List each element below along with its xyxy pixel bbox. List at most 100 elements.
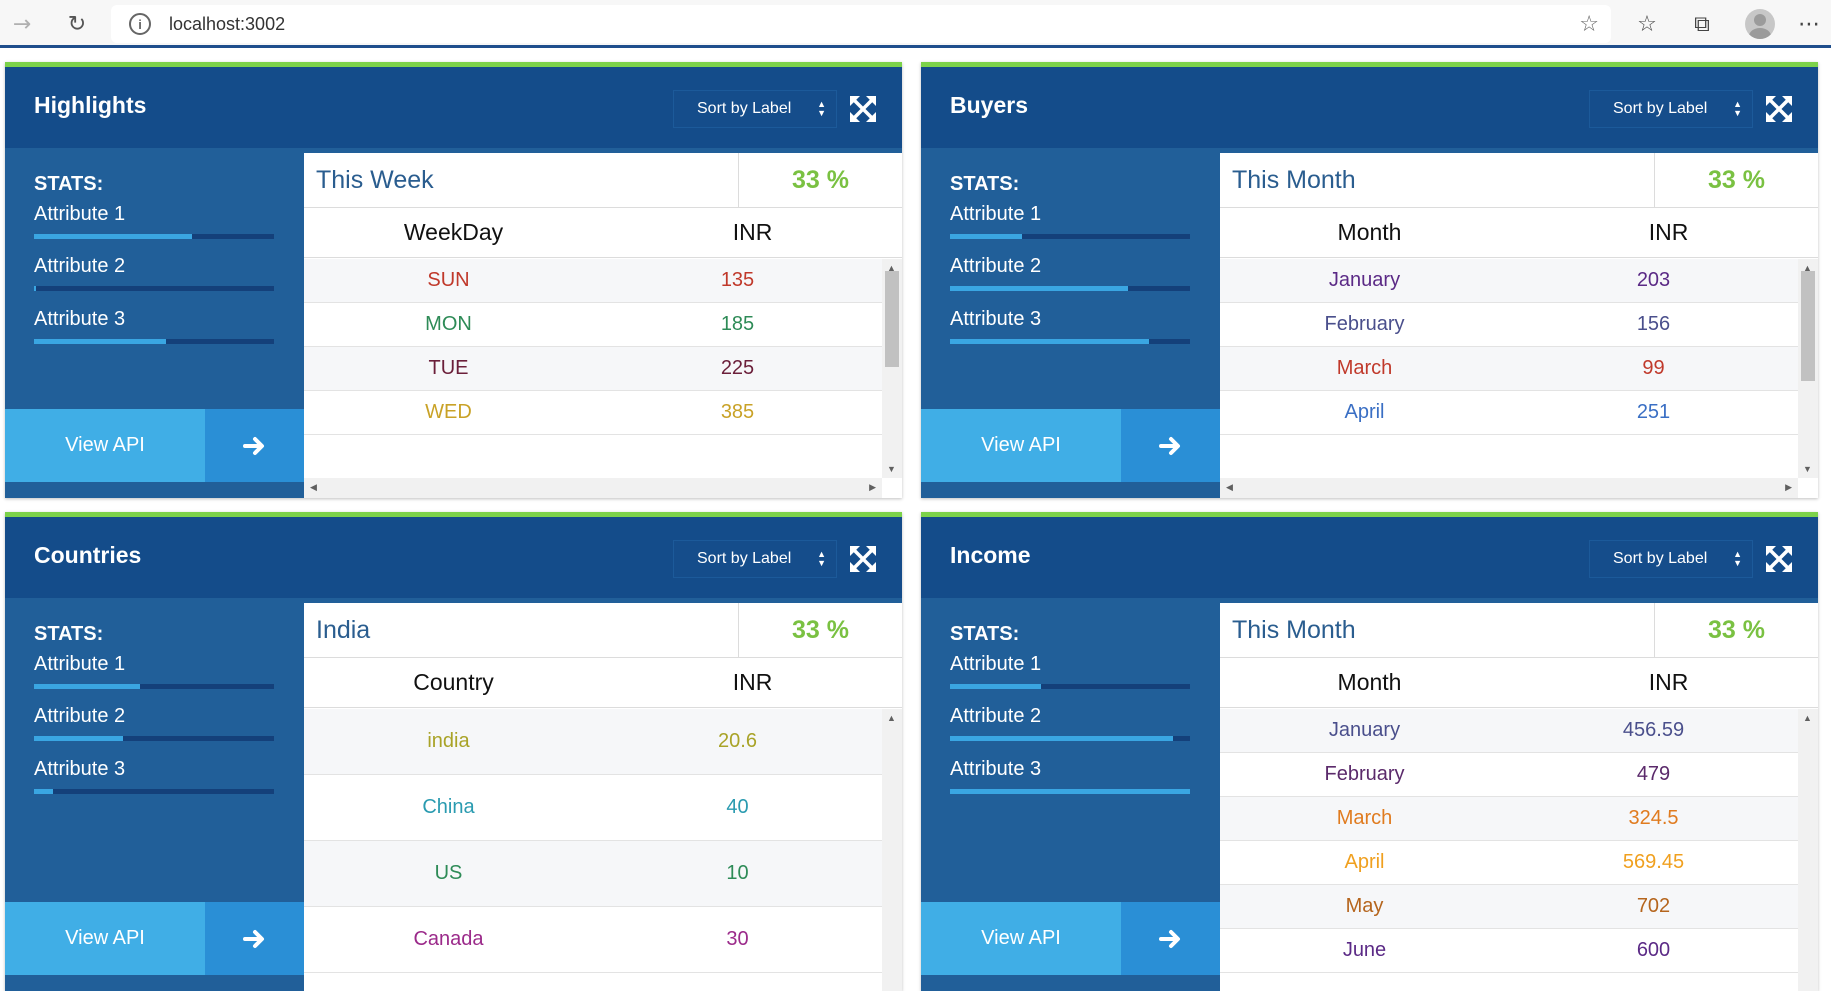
scroll-down-icon[interactable]: ▼ — [887, 464, 896, 474]
attribute-progress-fill — [950, 684, 1042, 689]
attribute-label: Attribute 1 — [950, 653, 1042, 675]
percent-value: 33 % — [1654, 153, 1818, 208]
scroll-up-icon[interactable]: ▲ — [1803, 713, 1812, 723]
widget-buyers: Buyers Sort by Label ▲ ▼ STATS: Attribute 1 At… — [921, 62, 1818, 498]
view-api-button[interactable]: View API — [921, 902, 1121, 975]
browser-toolbar: → ↻ i localhost:3002 ☆ ☆ ⧉ ⋯ — [0, 0, 1831, 48]
view-api-button[interactable]: View API — [5, 902, 205, 975]
scroll-down-icon[interactable]: ▼ — [1803, 464, 1812, 474]
expand-icon[interactable] — [848, 544, 878, 574]
add-favorite-icon[interactable]: ☆ — [1579, 12, 1599, 37]
reload-icon[interactable]: ↻ — [63, 10, 91, 38]
horizontal-scrollbar[interactable]: ◀ ▶ — [1220, 478, 1798, 498]
sort-arrows-icon: ▲ ▼ — [1733, 99, 1742, 118]
sort-select[interactable]: Sort by Label ▲ ▼ — [1589, 540, 1753, 578]
period-label: This Month — [1232, 616, 1356, 644]
row-value: 600 — [1636, 939, 1671, 961]
table-body[interactable]: india 20.6 China 40 US 10 Canada 30 — [304, 709, 882, 991]
scroll-left-icon[interactable]: ◀ — [1226, 482, 1233, 493]
vertical-scrollbar[interactable]: ▲ ▼ — [1798, 259, 1818, 478]
row-label: China — [422, 796, 475, 818]
favorites-icon[interactable]: ☆ — [1633, 10, 1661, 38]
horizontal-scrollbar[interactable]: ◀ ▶ — [304, 478, 882, 498]
sort-select[interactable]: Sort by Label ▲ ▼ — [1589, 90, 1753, 128]
data-panel: India 33 % Country INR india 20.6 China 40 US 10 C… — [304, 603, 902, 991]
table-row[interactable]: January 203 — [1220, 259, 1798, 303]
collections-icon[interactable]: ⧉ — [1688, 10, 1716, 38]
table-header: WeekDay INR — [304, 208, 902, 258]
attribute-progress-bar — [950, 234, 1190, 239]
table-row[interactable]: China 40 — [304, 775, 882, 841]
scroll-right-icon[interactable]: ▶ — [1785, 482, 1792, 493]
scrollbar-thumb[interactable] — [1801, 271, 1815, 381]
widget-title: Income — [950, 542, 1031, 568]
arrow-right-icon[interactable] — [1121, 902, 1220, 975]
view-api-button[interactable]: View API — [921, 409, 1121, 482]
arrow-right-icon[interactable] — [1121, 409, 1220, 482]
table-body[interactable]: January 456.59 February 479 March 324.5 April 5… — [1220, 709, 1798, 991]
expand-icon[interactable] — [1764, 94, 1794, 124]
url-text[interactable]: localhost:3002 — [169, 14, 285, 35]
row-value: 20.6 — [718, 730, 757, 752]
table-row[interactable]: May 702 — [1220, 885, 1798, 929]
vertical-scrollbar[interactable]: ▲ ▼ — [882, 259, 902, 478]
table-row[interactable]: SUN 135 — [304, 259, 882, 303]
table-row[interactable]: MON 185 — [304, 303, 882, 347]
table-row[interactable]: April 569.45 — [1220, 841, 1798, 885]
attribute-item: Attribute 3 — [950, 758, 1190, 794]
percent-value: 33 % — [738, 153, 902, 208]
attribute-progress-bar — [950, 736, 1190, 741]
profile-avatar[interactable] — [1745, 9, 1775, 39]
table-row[interactable]: February 479 — [1220, 753, 1798, 797]
sort-select[interactable]: Sort by Label ▲ ▼ — [673, 90, 837, 128]
table-row[interactable]: January 456.59 — [1220, 709, 1798, 753]
row-value: 135 — [720, 269, 755, 291]
attribute-progress-fill — [34, 339, 166, 344]
attribute-item: Attribute 3 — [950, 308, 1190, 344]
info-icon[interactable]: i — [129, 13, 151, 35]
row-label: January — [1328, 719, 1401, 741]
table-row[interactable]: Canada 30 — [304, 907, 882, 973]
table-row[interactable]: US 10 — [304, 841, 882, 907]
row-value: 702 — [1636, 895, 1671, 917]
scroll-up-icon[interactable]: ▲ — [887, 713, 896, 723]
arrow-right-icon[interactable] — [205, 902, 304, 975]
widget-title: Countries — [34, 542, 142, 568]
stats-label: STATS: — [950, 173, 1020, 195]
table-row[interactable]: india 20.6 — [304, 709, 882, 775]
table-row[interactable]: WED 385 — [304, 391, 882, 435]
scroll-left-icon[interactable]: ◀ — [310, 482, 317, 493]
sort-select[interactable]: Sort by Label ▲ ▼ — [673, 540, 837, 578]
column-header-value: INR — [732, 669, 773, 695]
expand-icon[interactable] — [1764, 544, 1794, 574]
row-label: US — [434, 862, 463, 884]
scroll-right-icon[interactable]: ▶ — [869, 482, 876, 493]
row-label: April — [1344, 851, 1385, 873]
table-row[interactable]: April 251 — [1220, 391, 1798, 435]
panel-header: This Week 33 % — [304, 153, 902, 208]
widget-income: Income Sort by Label ▲ ▼ STATS: Attribute 1 At… — [921, 512, 1818, 991]
expand-icon[interactable] — [848, 94, 878, 124]
table-row[interactable]: TUE 225 — [304, 347, 882, 391]
attribute-progress-bar — [950, 789, 1190, 794]
table-row[interactable]: February 156 — [1220, 303, 1798, 347]
scrollbar-thumb[interactable] — [885, 271, 899, 367]
panel-header: India 33 % — [304, 603, 902, 658]
table-row[interactable]: March 99 — [1220, 347, 1798, 391]
address-bar[interactable]: i localhost:3002 ☆ — [111, 5, 1611, 43]
more-menu-icon[interactable]: ⋯ — [1795, 10, 1823, 38]
table-body[interactable]: January 203 February 156 March 99 April 251 — [1220, 259, 1798, 478]
table-body[interactable]: SUN 135 MON 185 TUE 225 WED 385 — [304, 259, 882, 478]
vertical-scrollbar[interactable]: ▲ — [882, 709, 902, 991]
table-header: Month INR — [1220, 208, 1818, 258]
attribute-progress-fill — [950, 286, 1128, 291]
table-row[interactable]: March 324.5 — [1220, 797, 1798, 841]
table-row[interactable]: June 600 — [1220, 929, 1798, 973]
view-api-button[interactable]: View API — [5, 409, 205, 482]
arrow-right-icon[interactable] — [205, 409, 304, 482]
attribute-progress-bar — [34, 339, 274, 344]
widget-countries: Countries Sort by Label ▲ ▼ STATS: Attribute … — [5, 512, 902, 991]
stats-panel: STATS: Attribute 1 Attribute 2 Attribute 3 V… — [921, 603, 1220, 991]
vertical-scrollbar[interactable]: ▲ — [1798, 709, 1818, 991]
forward-arrow-icon[interactable]: → — [8, 10, 36, 38]
